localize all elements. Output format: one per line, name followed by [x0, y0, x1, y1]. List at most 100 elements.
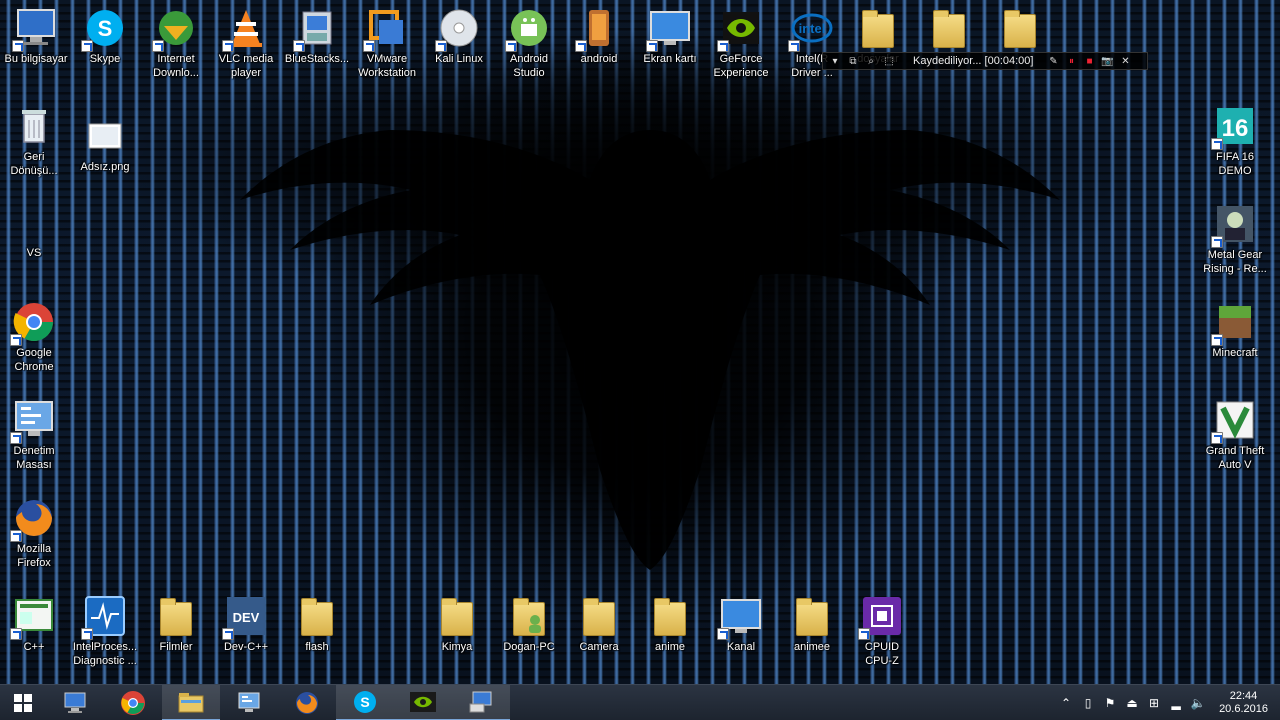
recycle-bin-icon	[12, 104, 56, 148]
shortcut-arrow-icon	[293, 40, 305, 52]
desktop-icon[interactable]: animee	[776, 594, 848, 654]
desktop-wallpaper	[0, 0, 1280, 684]
clock[interactable]: 22:44 20.6.2016	[1219, 690, 1268, 716]
taskbar-control-panel[interactable]	[220, 685, 278, 720]
desktop-icon[interactable]: Filmler	[140, 594, 212, 654]
start-button[interactable]	[0, 685, 46, 720]
volume-icon[interactable]: 🔈	[1189, 694, 1207, 712]
desktop-icon-label: Metal Gear Rising - Re...	[1203, 249, 1267, 275]
desktop-icon[interactable]: S Skype	[69, 6, 141, 66]
taskbar-nvidia[interactable]	[394, 684, 452, 720]
network-computer-icon	[469, 691, 492, 712]
taskbar-computer[interactable]	[46, 685, 104, 720]
desktop-icon[interactable]	[913, 6, 985, 52]
desktop-icon[interactable]: C++	[0, 594, 70, 654]
desktop-icon[interactable]: VS	[0, 200, 70, 260]
desktop-icon[interactable]: Mozilla Firefox	[0, 496, 70, 570]
desktop-icon[interactable]: GeForce Experience	[705, 6, 777, 80]
desktop-icon[interactable]: VMware Workstation	[351, 6, 423, 80]
svg-text:DEV: DEV	[233, 610, 260, 625]
shortcut-arrow-icon	[1211, 334, 1223, 346]
shortcut-arrow-icon	[10, 530, 22, 542]
shortcut-arrow-icon	[10, 432, 22, 444]
device-icon[interactable]: ▯	[1079, 694, 1097, 712]
folder-icon	[435, 594, 479, 638]
desktop-icon-label: Filmler	[159, 641, 193, 653]
desktop-icon[interactable]: VLC media player	[210, 6, 282, 80]
desktop-icon[interactable]: Grand Theft Auto V	[1199, 398, 1271, 472]
usb-icon[interactable]: ⏏	[1123, 694, 1141, 712]
taskbar-firefox[interactable]	[278, 685, 336, 720]
desktop-icon[interactable]: Denetim Masası	[0, 398, 70, 472]
window-icon[interactable]: ⧉	[847, 55, 859, 67]
firefox-icon	[296, 691, 318, 714]
chrome-icon	[10, 300, 56, 346]
chevron-up-icon[interactable]: ⌃	[1057, 694, 1075, 712]
desktop-icon[interactable]: Bu bilgisayar	[0, 6, 72, 66]
desktop-icon[interactable]: DEV Dev-C++	[210, 594, 282, 654]
desktop-icon-label: Kanal	[726, 641, 756, 653]
desktop-icon[interactable]: Internet Downlo...	[140, 6, 212, 80]
desktop-icon[interactable]: Metal Gear Rising - Re...	[1199, 202, 1271, 276]
desktop-icon[interactable]: CPUID CPU-Z	[846, 594, 918, 668]
desktop-icon-label: Ekran kartı	[643, 53, 697, 65]
folder-icon	[154, 594, 198, 638]
windows-tray-icon[interactable]: ⊞	[1145, 694, 1163, 712]
region-icon[interactable]: ⬚	[883, 55, 895, 67]
desktop-icon[interactable]: android	[563, 6, 635, 66]
desktop-icon[interactable]: BlueStacks...	[281, 6, 353, 66]
desktop-icon[interactable]: Geri Dönüşü...	[0, 104, 70, 178]
desktop-icon-label: Dogan-PC	[503, 641, 555, 653]
computer-icon	[12, 6, 58, 52]
disc-icon	[435, 6, 481, 52]
desktop-icon-label: flash	[305, 641, 329, 653]
dropdown-icon[interactable]: ▾	[829, 55, 841, 67]
shortcut-arrow-icon	[81, 40, 93, 52]
desktop-icon-label: Kali Linux	[435, 53, 483, 65]
blank-icon	[12, 200, 56, 244]
desktop-icon-label: GeForce Experience	[713, 53, 769, 79]
svg-text:S: S	[98, 16, 113, 41]
desktop-icon[interactable]: Adsız.png	[69, 114, 141, 174]
desktop-icon[interactable]: Android Studio	[493, 6, 565, 80]
desktop-icon[interactable]: Minecraft	[1199, 300, 1271, 360]
taskbar-skype[interactable]: S	[336, 684, 394, 720]
desktop-icon-label: Grand Theft Auto V	[1205, 445, 1265, 471]
minecraft-icon	[1211, 300, 1257, 346]
flag-icon[interactable]: ⚑	[1101, 694, 1119, 712]
taskbar-chrome[interactable]	[104, 685, 162, 720]
android-studio-icon	[505, 6, 551, 52]
zoom-icon[interactable]: ⌕	[865, 55, 877, 67]
desktop-icon[interactable]: Kanal	[705, 594, 777, 654]
camera-icon[interactable]: 📷	[1101, 55, 1113, 67]
taskbar-network-computer[interactable]	[452, 684, 510, 720]
desktop-icon[interactable]: Camera	[563, 594, 635, 654]
desktop-icon-label: Denetim Masası	[13, 445, 55, 471]
desktop-icon[interactable]: Kimya	[421, 594, 493, 654]
shortcut-arrow-icon	[505, 40, 517, 52]
close-icon[interactable]: ✕	[1119, 55, 1131, 67]
desktop-icon[interactable]: Kali Linux	[423, 6, 495, 66]
desktop-icon[interactable]: flash	[281, 594, 353, 654]
pause-icon[interactable]: ⏸	[1065, 55, 1077, 67]
desktop-icon[interactable]: 16 FIFA 16 DEMO	[1199, 104, 1271, 178]
desktop-icon[interactable]: Google Chrome	[0, 300, 70, 374]
desktop-icon-label: Android Studio	[510, 53, 548, 79]
desktop-icon[interactable]: Ekran kartı	[634, 6, 706, 66]
desktop-icon-label: VLC media player	[218, 53, 274, 79]
stop-icon[interactable]: ■	[1083, 55, 1095, 67]
recording-status: Kaydediliyor... [00:04:00]	[913, 55, 1034, 67]
game-icon	[1211, 202, 1257, 248]
taskbar-file-explorer[interactable]	[162, 684, 220, 720]
desktop-icon[interactable]	[984, 6, 1056, 52]
desktop-icon[interactable]: IntelProces... Diagnostic ...	[69, 594, 141, 668]
shortcut-arrow-icon	[1211, 236, 1223, 248]
pen-icon[interactable]: ✎	[1047, 55, 1059, 67]
folder-icon	[648, 594, 692, 638]
folder-icon	[998, 6, 1042, 50]
desktop-icon-label: BlueStacks...	[284, 53, 350, 65]
shortcut-arrow-icon	[575, 40, 587, 52]
desktop-icon[interactable]: Dogan-PC	[493, 594, 565, 654]
signal-icon[interactable]: ▂	[1167, 694, 1185, 712]
desktop-icon[interactable]: anime	[634, 594, 706, 654]
